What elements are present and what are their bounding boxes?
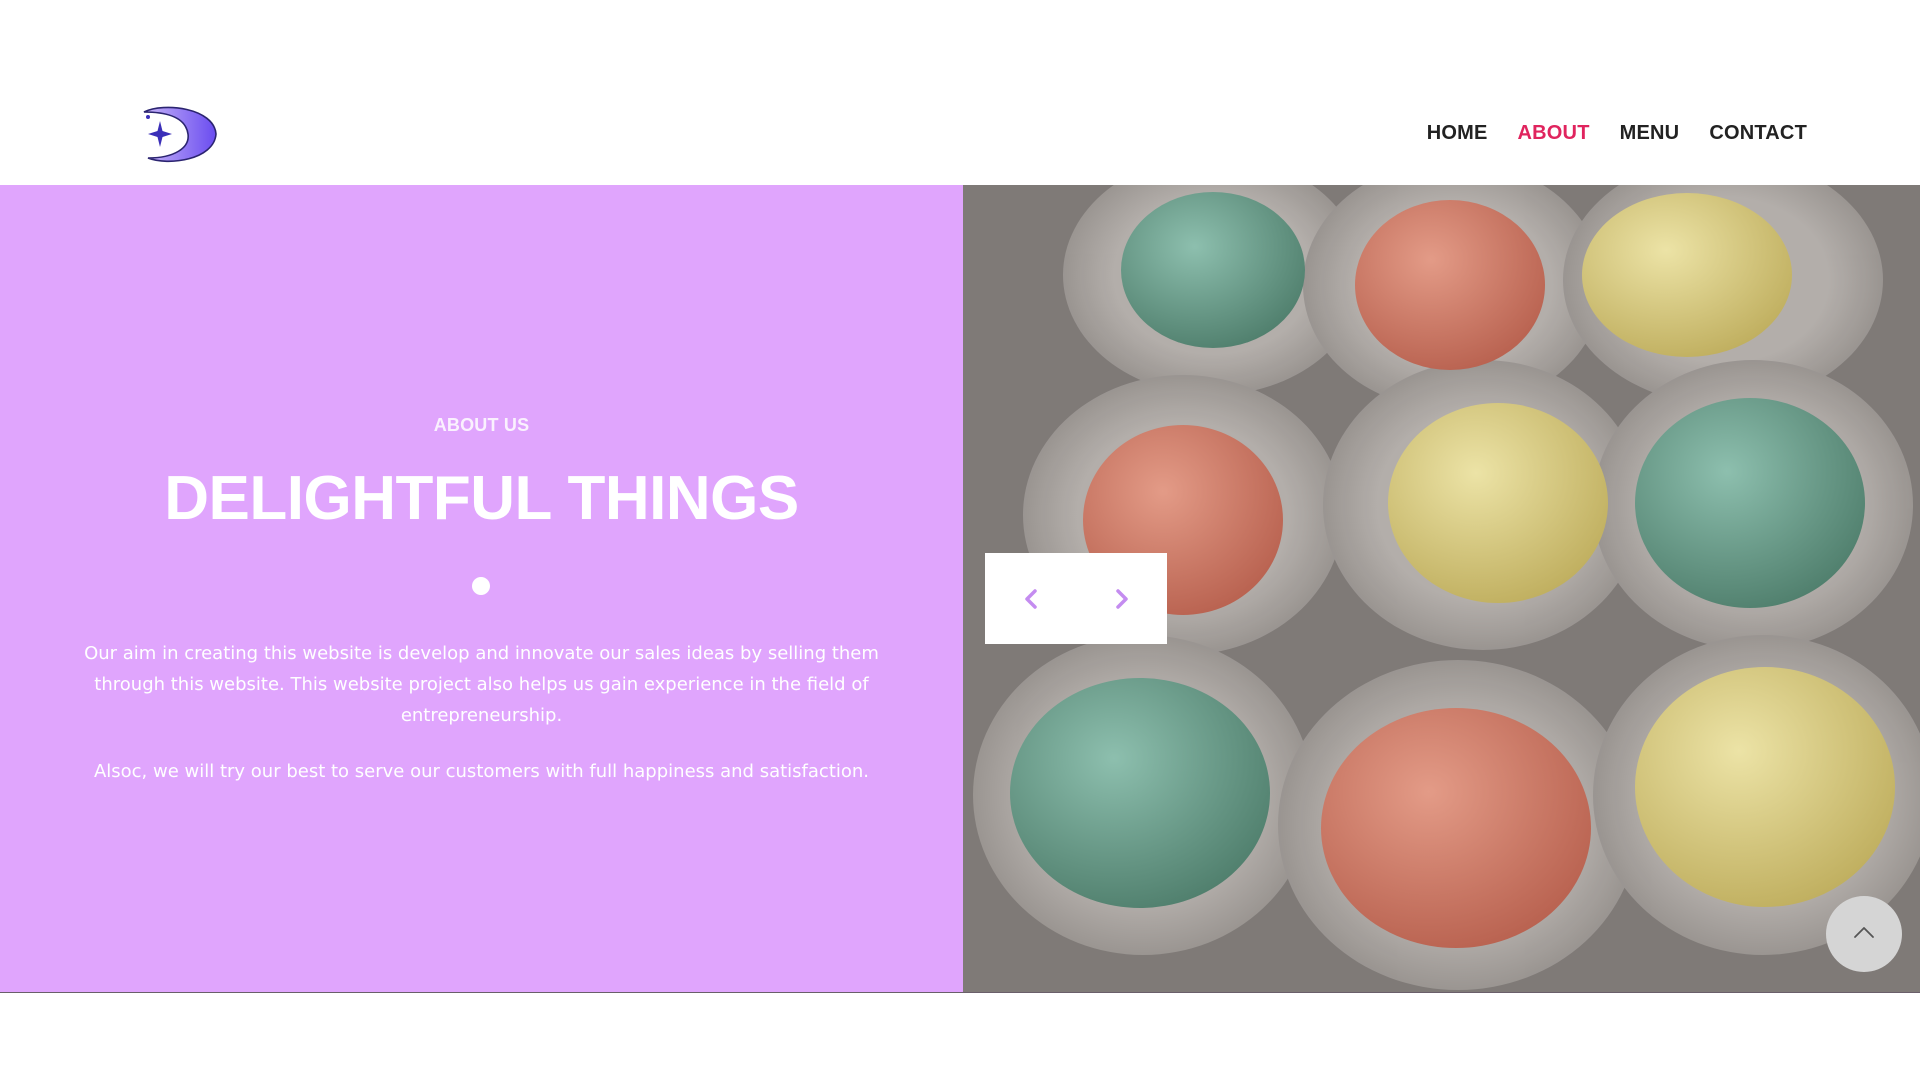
nav-home[interactable]: HOME [1427, 122, 1488, 145]
about-paragraph-2: Alsoc, we will try our best to serve our… [93, 761, 870, 782]
site-header: HOME ABOUT MENU CONTACT [0, 0, 1920, 185]
carousel-controls [985, 553, 1167, 644]
about-paragraph-1: Our aim in creating this website is deve… [84, 643, 879, 726]
nav-about[interactable]: ABOUT [1518, 122, 1590, 145]
chevron-right-icon[interactable] [1100, 577, 1144, 621]
section-bottom-divider [0, 992, 1920, 993]
about-section: ABOUT US DELIGHTFUL THINGS Our aim in cr… [0, 185, 963, 993]
scroll-to-top-button[interactable] [1826, 896, 1902, 972]
main-nav: HOME ABOUT MENU CONTACT [1427, 122, 1807, 145]
section-title: DELIGHTFUL THINGS [164, 464, 799, 533]
nav-menu[interactable]: MENU [1620, 122, 1680, 145]
section-eyebrow: ABOUT US [433, 415, 530, 435]
chevron-left-icon[interactable] [1009, 577, 1053, 621]
divider-dot [472, 577, 490, 595]
chevron-up-icon [1853, 925, 1875, 944]
moon-star-logo-icon[interactable] [140, 104, 220, 166]
nav-contact[interactable]: CONTACT [1709, 122, 1807, 145]
